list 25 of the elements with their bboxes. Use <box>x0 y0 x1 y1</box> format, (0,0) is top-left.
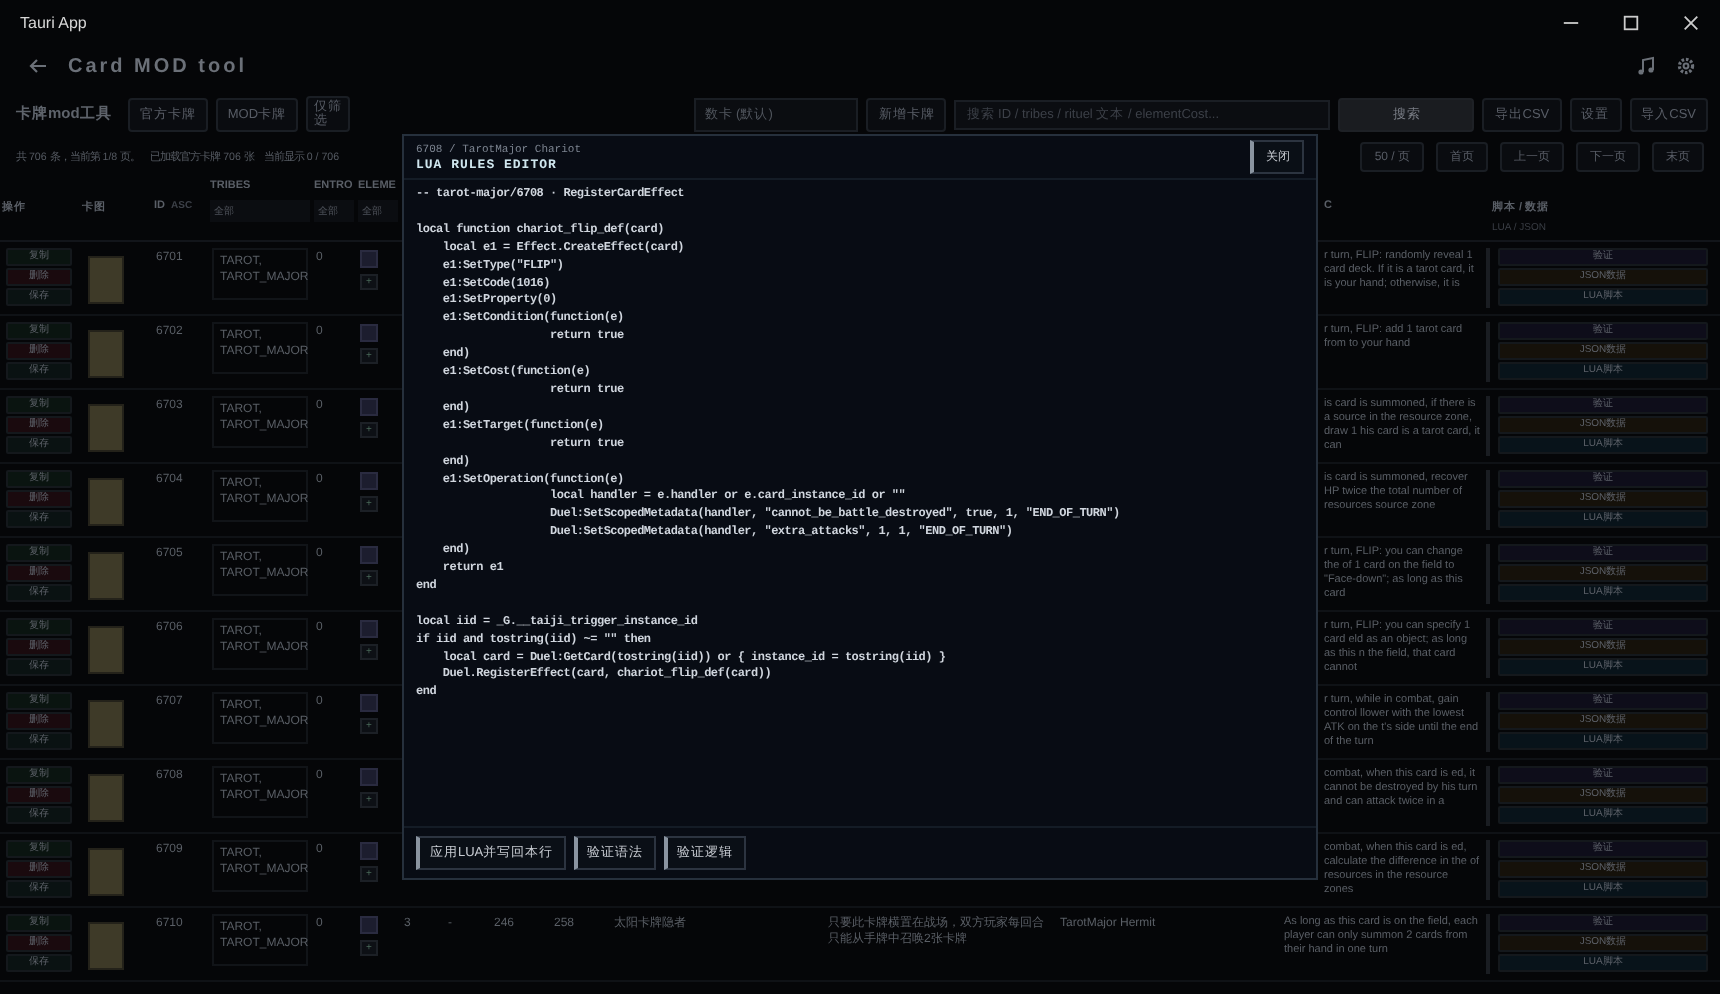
element-chip[interactable] <box>360 916 378 934</box>
element-chip[interactable] <box>360 694 378 712</box>
card-art-placeholder <box>88 330 124 378</box>
card-art-placeholder <box>88 774 124 822</box>
element-chip[interactable] <box>360 472 378 490</box>
element-chip[interactable] <box>360 250 378 268</box>
card-art-placeholder <box>88 552 124 600</box>
element-chip[interactable] <box>360 324 378 342</box>
card-art-placeholder <box>88 848 124 896</box>
card-art-placeholder <box>88 922 124 970</box>
element-chip[interactable] <box>360 842 378 860</box>
music-note-icon[interactable] <box>1636 56 1656 76</box>
element-chip[interactable] <box>360 398 378 416</box>
card-art-placeholder <box>88 256 124 304</box>
card-art-placeholder <box>88 700 124 748</box>
settings-icon[interactable] <box>1676 56 1696 76</box>
element-chip[interactable] <box>360 546 378 564</box>
element-chip[interactable] <box>360 768 378 786</box>
element-chip[interactable] <box>360 620 378 638</box>
page-title: Card MOD tool <box>68 55 249 77</box>
window-title: Tauri App <box>20 13 89 31</box>
card-art-placeholder <box>88 478 124 526</box>
card-art-placeholder <box>88 404 124 452</box>
back-arrow-icon[interactable] <box>28 56 48 76</box>
card-art-placeholder <box>88 626 124 674</box>
